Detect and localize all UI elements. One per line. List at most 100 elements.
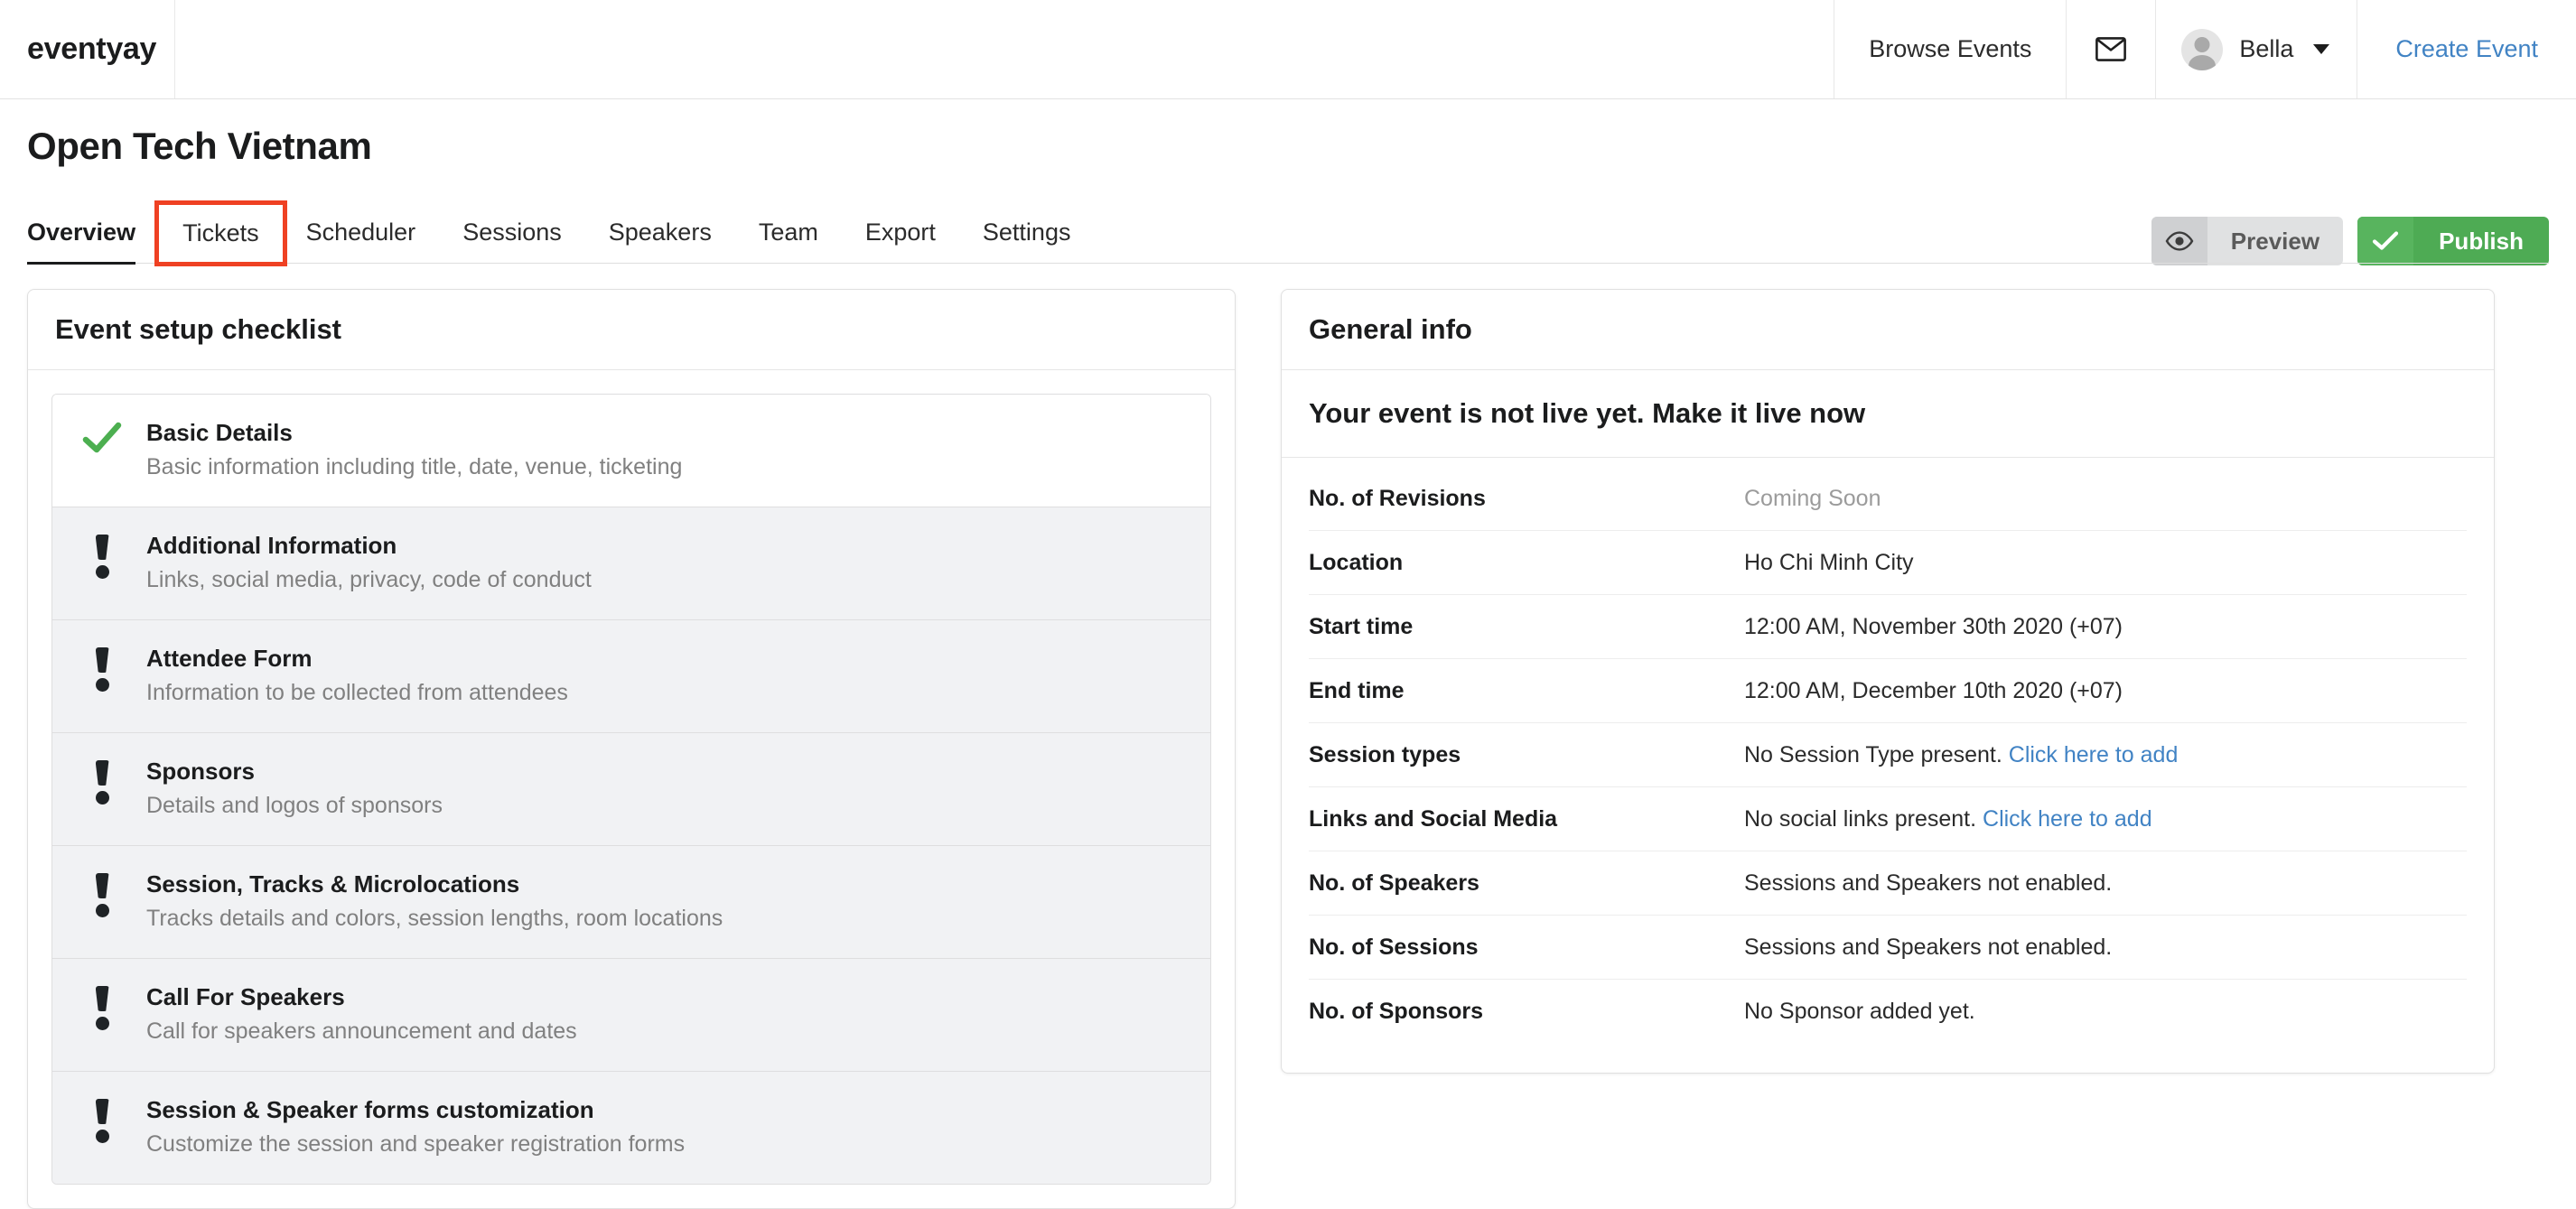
general-info-column: General info Your event is not live yet.… — [1281, 289, 2495, 1074]
exclamation-icon — [81, 982, 123, 1030]
exclamation-icon — [81, 870, 123, 917]
create-event-label: Create Event — [2395, 35, 2538, 62]
checklist-item-desc: Links, social media, privacy, code of co… — [146, 566, 592, 592]
checklist-item-name: Additional Information — [146, 532, 397, 559]
info-row-value-text: No social links present. — [1744, 805, 1983, 832]
checklist-item-text: Sponsors Details and logos of sponsors — [146, 757, 1183, 820]
info-row-label: End time — [1309, 677, 1405, 703]
main-content: Event setup checklist Basic Details Basic… — [0, 264, 2576, 1209]
checklist-item-desc: Call for speakers announcement and dates — [146, 1018, 577, 1044]
checklist-item[interactable]: Session & Speaker forms customization Cus… — [52, 1072, 1210, 1184]
user-menu[interactable]: Bella — [2155, 0, 2357, 98]
navbar-spacer — [175, 0, 1834, 98]
checklist: Basic Details Basic information including… — [51, 394, 1211, 1185]
checklist-item-text: Session & Speaker forms customization Cus… — [146, 1095, 1183, 1158]
info-row-value: 12:00 AM, November 30th 2020 (+07) — [1744, 614, 2467, 640]
tab-label: Overview — [27, 219, 136, 246]
create-event-link[interactable]: Create Event — [2357, 0, 2576, 98]
checklist-item[interactable]: Additional Information Links, social medi… — [52, 507, 1210, 620]
checklist-item-desc: Basic information including title, date,… — [146, 453, 683, 479]
event-live-banner[interactable]: Your event is not live yet. Make it live… — [1282, 370, 2494, 458]
info-row-value: Sessions and Speakers not enabled. — [1744, 870, 2467, 897]
info-row-value-text: Sessions and Speakers not enabled. — [1744, 870, 2113, 896]
exclamation-icon — [81, 531, 123, 579]
info-row-value-text: 12:00 AM, November 30th 2020 (+07) — [1744, 613, 2123, 639]
info-row-value-text: Ho Chi Minh City — [1744, 549, 1914, 575]
info-row-value: No Session Type present. Click here to a… — [1744, 742, 2467, 768]
tab-speakers[interactable]: Speakers — [585, 219, 735, 263]
checklist-item-name: Session & Speaker forms customization — [146, 1096, 594, 1123]
checklist-item-name: Call For Speakers — [146, 983, 345, 1010]
checklist-item-desc: Information to be collected from attende… — [146, 679, 568, 705]
checklist-item-text: Attendee Form Information to be collected… — [146, 644, 1183, 707]
tab-label: Scheduler — [305, 219, 416, 246]
tab-overview[interactable]: Overview — [27, 219, 159, 265]
general-info-title: General info — [1309, 313, 1472, 345]
tab-sessions[interactable]: Sessions — [439, 219, 585, 263]
tab-export[interactable]: Export — [842, 219, 959, 263]
info-row: No. of Speakers Sessions and Speakers not… — [1309, 851, 2467, 916]
general-info-card: General info Your event is not live yet.… — [1281, 289, 2495, 1074]
checklist-item-name: Sponsors — [146, 758, 255, 785]
browse-events-link[interactable]: Browse Events — [1834, 0, 2066, 98]
info-row: Links and Social Media No social links pr… — [1309, 787, 2467, 851]
info-row-value: 12:00 AM, December 10th 2020 (+07) — [1744, 678, 2467, 704]
tab-label: Export — [864, 219, 936, 246]
checklist-item[interactable]: Call For Speakers Call for speakers annou… — [52, 959, 1210, 1072]
event-tabs: Overview Tickets Scheduler Sessions Speakers… — [27, 200, 2549, 266]
tab-label: Sessions — [462, 219, 562, 246]
checklist-card-header: Event setup checklist — [28, 290, 1235, 370]
tab-settings[interactable]: Settings — [959, 219, 1095, 263]
info-row-label: No. of Sponsors — [1309, 999, 1484, 1024]
avatar — [2181, 28, 2224, 70]
tab-scheduler[interactable]: Scheduler — [283, 219, 440, 263]
info-row-label: No. of Sessions — [1309, 934, 1479, 960]
checklist-item-text: Call For Speakers Call for speakers annou… — [146, 982, 1183, 1046]
tab-tickets[interactable]: Tickets — [154, 200, 287, 266]
info-row: No. of Revisions Coming Soon — [1309, 467, 2467, 531]
navbar-right-group: Browse Events Bella Create Event — [1834, 0, 2576, 98]
info-row-label: Location — [1309, 549, 1404, 575]
info-row-label: No. of Speakers — [1309, 870, 1479, 896]
tab-label: Team — [758, 219, 818, 246]
info-row-link[interactable]: Click here to add — [2009, 742, 2179, 767]
checklist-item-name: Attendee Form — [146, 645, 313, 672]
checklist-item[interactable]: Basic Details Basic information including… — [52, 395, 1210, 507]
top-navbar: eventyay Browse Events Bella Create Even… — [0, 0, 2576, 99]
info-row-value: No Sponsor added yet. — [1744, 999, 2467, 1025]
check-icon — [81, 418, 123, 456]
info-row-label: Links and Social Media — [1309, 805, 1558, 832]
info-row-label: Session types — [1309, 741, 1461, 767]
info-row-value-text: Sessions and Speakers not enabled. — [1744, 934, 2113, 960]
checklist-item-text: Session, Tracks & Microlocations Tracks d… — [146, 870, 1183, 933]
info-row-value-text: No Session Type present. — [1744, 741, 2009, 767]
checklist-item[interactable]: Session, Tracks & Microlocations Tracks d… — [52, 846, 1210, 959]
info-row-value-text: Coming Soon — [1744, 485, 1881, 511]
checklist-item-text: Basic Details Basic information including… — [146, 418, 1183, 481]
user-name-label: Bella — [2239, 35, 2294, 62]
checklist-item-desc: Details and logos of sponsors — [146, 792, 443, 818]
info-row: No. of Sponsors No Sponsor added yet. — [1309, 980, 2467, 1044]
checklist-item-desc: Customize the session and speaker regist… — [146, 1130, 686, 1157]
info-row: Location Ho Chi Minh City — [1309, 531, 2467, 595]
browse-events-label: Browse Events — [1869, 35, 2032, 62]
exclamation-icon — [81, 757, 123, 804]
checklist-item[interactable]: Attendee Form Information to be collected… — [52, 620, 1210, 733]
messages-button[interactable] — [2066, 0, 2155, 98]
info-row-link[interactable]: Click here to add — [1983, 806, 2152, 832]
envelope-icon — [2095, 37, 2127, 61]
brand-label: eventyay — [27, 32, 157, 66]
event-setup-checklist-card: Event setup checklist Basic Details Basic… — [27, 289, 1236, 1209]
checklist-card-body: Basic Details Basic information including… — [28, 370, 1235, 1208]
info-row-label: Start time — [1309, 613, 1414, 639]
brand-logo[interactable]: eventyay — [0, 0, 175, 98]
checklist-item[interactable]: Sponsors Details and logos of sponsors — [52, 733, 1210, 846]
info-row-value: Sessions and Speakers not enabled. — [1744, 935, 2467, 961]
tab-label: Speakers — [608, 219, 712, 246]
info-row-value: No social links present. Click here to a… — [1744, 806, 2467, 832]
info-row: Session types No Session Type present. Cl… — [1309, 723, 2467, 787]
info-row: No. of Sessions Sessions and Speakers not… — [1309, 916, 2467, 980]
tab-team[interactable]: Team — [735, 219, 842, 263]
checklist-title: Event setup checklist — [55, 313, 342, 345]
info-row-value: Coming Soon — [1744, 486, 2467, 512]
